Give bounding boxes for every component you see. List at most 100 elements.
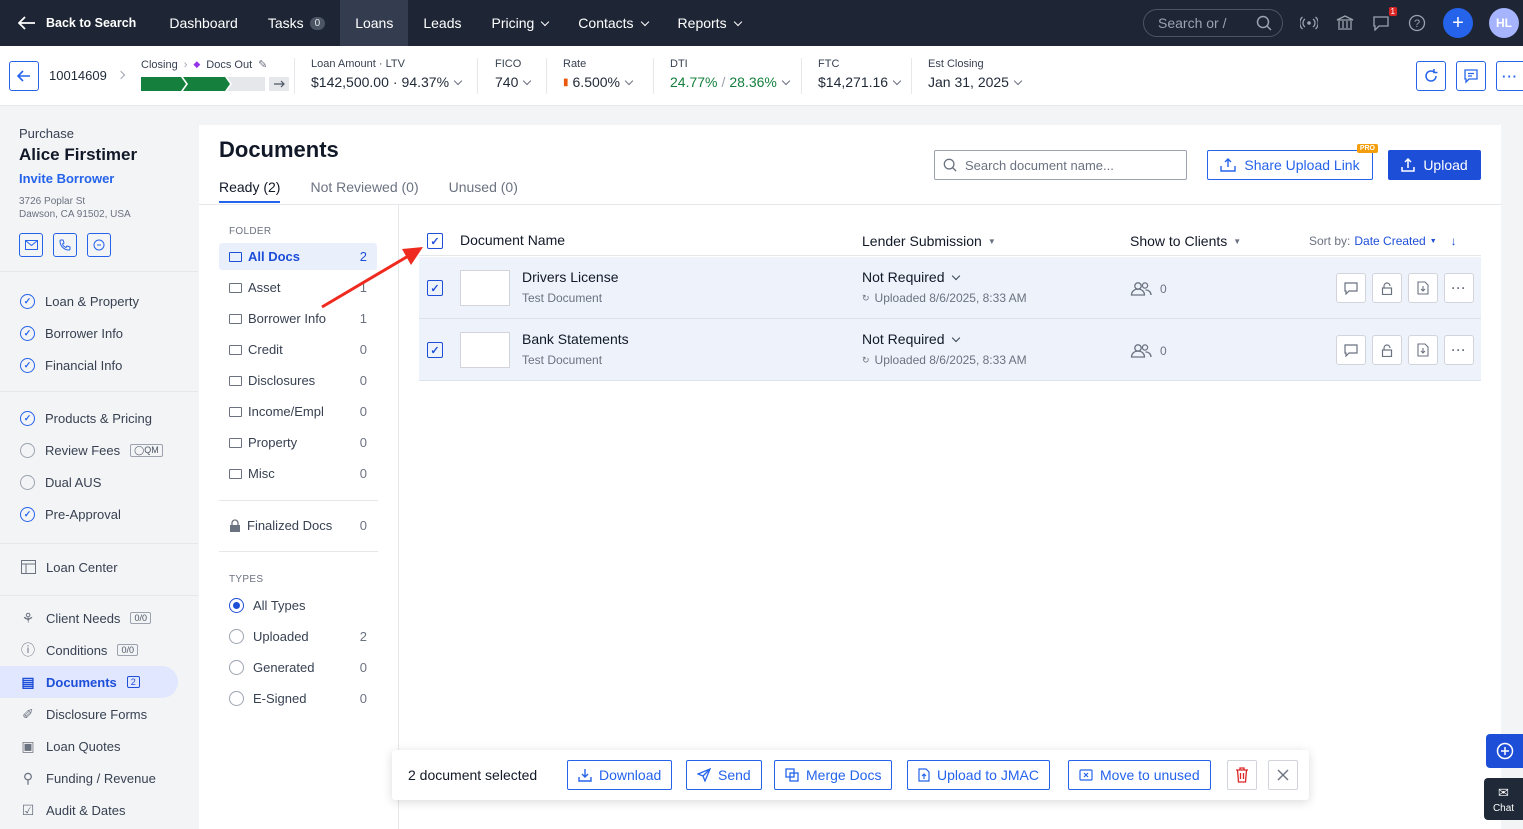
ftc-field[interactable]: FTC $14,271.16	[818, 58, 902, 90]
refresh-button[interactable]	[1416, 61, 1446, 91]
sidebar-item-dual-aus[interactable]: Dual AUS	[0, 466, 178, 498]
broadcast-icon[interactable]	[1299, 13, 1319, 33]
floating-add-button[interactable]	[1486, 734, 1523, 768]
table-row[interactable]: ✓ Bank Statements Test Document Not Requ…	[419, 319, 1481, 381]
row-checkbox[interactable]: ✓	[427, 342, 443, 358]
document-name[interactable]: Bank Statements	[522, 331, 629, 347]
tab-not-reviewed[interactable]: Not Reviewed (0)	[310, 179, 418, 203]
document-thumbnail[interactable]	[460, 270, 510, 306]
column-show-to-clients[interactable]: Show to Clients ▼	[1130, 233, 1241, 249]
bank-icon[interactable]	[1335, 13, 1355, 33]
sidebar-item-loan-quotes[interactable]: ▣ Loan Quotes	[0, 730, 178, 762]
lender-status-dropdown[interactable]: Not Required	[862, 331, 960, 347]
upload-button[interactable]: Upload	[1388, 150, 1481, 180]
help-icon[interactable]: ?	[1407, 13, 1427, 33]
lender-status-dropdown[interactable]: Not Required	[862, 269, 960, 285]
call-button[interactable]	[53, 233, 77, 257]
document-search-input[interactable]: Search document name...	[934, 150, 1187, 180]
sidebar-item-conditions[interactable]: ⓘ Conditions 0/0	[0, 634, 178, 666]
folder-all-docs[interactable]: All Docs 2	[219, 243, 377, 270]
folder-finalized-docs[interactable]: Finalized Docs 0	[219, 512, 377, 539]
row-more-button[interactable]: ···	[1444, 335, 1474, 365]
create-new-button[interactable]: +	[1443, 8, 1473, 38]
sidebar-item-funding-revenue[interactable]: ⚲ Funding / Revenue	[0, 762, 178, 794]
tab-ready[interactable]: Ready (2)	[219, 179, 281, 203]
bulk-move-unused-button[interactable]: Move to unused	[1068, 760, 1211, 790]
download-file-button[interactable]	[1408, 335, 1438, 365]
sidebar-item-disclosure-forms[interactable]: ✐ Disclosure Forms	[0, 698, 178, 730]
chat-button[interactable]	[87, 233, 111, 257]
comment-button[interactable]	[1336, 273, 1366, 303]
sort-control[interactable]: Sort by: Date Created ▼ ↓	[1309, 234, 1457, 248]
column-lender-submission[interactable]: Lender Submission ▼	[862, 233, 996, 249]
row-checkbox[interactable]: ✓	[427, 280, 443, 296]
nav-tasks[interactable]: Tasks 0	[253, 0, 340, 46]
dti-field[interactable]: DTI 24.77%/28.36%	[670, 58, 791, 90]
type-uploaded[interactable]: Uploaded 2	[219, 623, 377, 650]
notifications-icon[interactable]: 1	[1371, 7, 1397, 33]
table-row[interactable]: ✓ Drivers License Test Document Not Requ…	[419, 257, 1481, 319]
sidebar-item-borrower-info[interactable]: ✓ Borrower Info	[0, 317, 178, 349]
folder-property[interactable]: Property 0	[219, 429, 377, 456]
tab-unused[interactable]: Unused (0)	[449, 179, 518, 203]
lock-button[interactable]	[1372, 273, 1402, 303]
loan-id[interactable]: 10014609	[49, 68, 107, 83]
sidebar-item-audit-dates[interactable]: ☑ Audit & Dates	[0, 794, 178, 826]
show-to-clients-control[interactable]: 0	[1130, 281, 1167, 296]
folder-name: Misc	[248, 466, 275, 481]
folder-asset[interactable]: Asset 1	[219, 274, 377, 301]
nav-contacts[interactable]: Contacts	[563, 0, 662, 46]
back-button[interactable]	[9, 61, 39, 91]
invite-borrower-link[interactable]: Invite Borrower	[19, 171, 179, 186]
folder-income-empl[interactable]: Income/Empl 0	[219, 398, 377, 425]
bulk-send-button[interactable]: Send	[686, 760, 762, 790]
row-more-button[interactable]: ···	[1444, 273, 1474, 303]
sidebar-item-documents[interactable]: ▤ Documents 2	[0, 666, 178, 698]
folder-disclosures[interactable]: Disclosures 0	[219, 367, 377, 394]
fico-field[interactable]: FICO 740	[495, 58, 532, 90]
download-file-button[interactable]	[1408, 273, 1438, 303]
comment-button[interactable]	[1336, 335, 1366, 365]
nav-reports[interactable]: Reports	[663, 0, 756, 46]
type-all-types[interactable]: All Types	[219, 592, 377, 619]
share-upload-link-button[interactable]: Share Upload Link PRO	[1207, 144, 1378, 180]
user-avatar[interactable]: HL	[1489, 8, 1519, 38]
bulk-download-button[interactable]: Download	[567, 760, 673, 790]
chat-widget-button[interactable]: ✉ Chat	[1484, 778, 1523, 820]
nav-loans[interactable]: Loans	[340, 0, 409, 46]
folder-misc[interactable]: Misc 0	[219, 460, 377, 487]
sidebar-item-client-needs[interactable]: ⚘ Client Needs 0/0	[0, 602, 178, 634]
sidebar-item-loan-center[interactable]: Loan Center	[0, 551, 178, 583]
sidebar-item-financial-info[interactable]: ✓ Financial Info	[0, 349, 178, 381]
type-e-signed[interactable]: E-Signed 0	[219, 685, 377, 712]
bulk-delete-button[interactable]	[1227, 760, 1257, 790]
type-generated[interactable]: Generated 0	[219, 654, 377, 681]
sort-direction-icon[interactable]: ↓	[1451, 234, 1457, 248]
sidebar-item-pre-approval[interactable]: ✓ Pre-Approval	[0, 498, 178, 530]
back-to-search-link[interactable]: Back to Search	[0, 0, 154, 46]
select-all-checkbox[interactable]: ✓	[427, 233, 443, 249]
global-search-input[interactable]: Search or /	[1143, 9, 1283, 37]
nav-leads[interactable]: Leads	[408, 0, 476, 46]
lock-button[interactable]	[1372, 335, 1402, 365]
email-button[interactable]	[19, 233, 43, 257]
sidebar-item-review-fees[interactable]: Review Fees ◯QM	[0, 434, 178, 466]
bulk-upload-jmac-button[interactable]: Upload to JMAC	[907, 760, 1050, 790]
document-name[interactable]: Drivers License	[522, 269, 618, 285]
messages-button[interactable]	[1456, 61, 1486, 91]
nav-dashboard[interactable]: Dashboard	[154, 0, 253, 46]
nav-pricing[interactable]: Pricing	[477, 0, 564, 46]
rate-field[interactable]: Rate ▮ 6.500%	[563, 58, 634, 90]
show-to-clients-control[interactable]: 0	[1130, 343, 1167, 358]
folder-borrower-info[interactable]: Borrower Info 1	[219, 305, 377, 332]
bulk-close-button[interactable]	[1268, 760, 1298, 790]
est-closing-field[interactable]: Est Closing Jan 31, 2025	[928, 58, 1023, 90]
loan-stage[interactable]: Closing › ◆ Docs Out ✎	[141, 58, 289, 91]
document-thumbnail[interactable]	[460, 332, 510, 368]
more-options-button[interactable]: ···	[1496, 61, 1523, 91]
sidebar-item-products-pricing[interactable]: ✓ Products & Pricing	[0, 402, 178, 434]
sidebar-item-loan-property[interactable]: ✓ Loan & Property	[0, 285, 178, 317]
loan-amount-field[interactable]: Loan Amount · LTV $142,500.00 · 94.37%	[311, 58, 463, 90]
folder-credit[interactable]: Credit 0	[219, 336, 377, 363]
bulk-merge-button[interactable]: Merge Docs	[774, 760, 893, 790]
